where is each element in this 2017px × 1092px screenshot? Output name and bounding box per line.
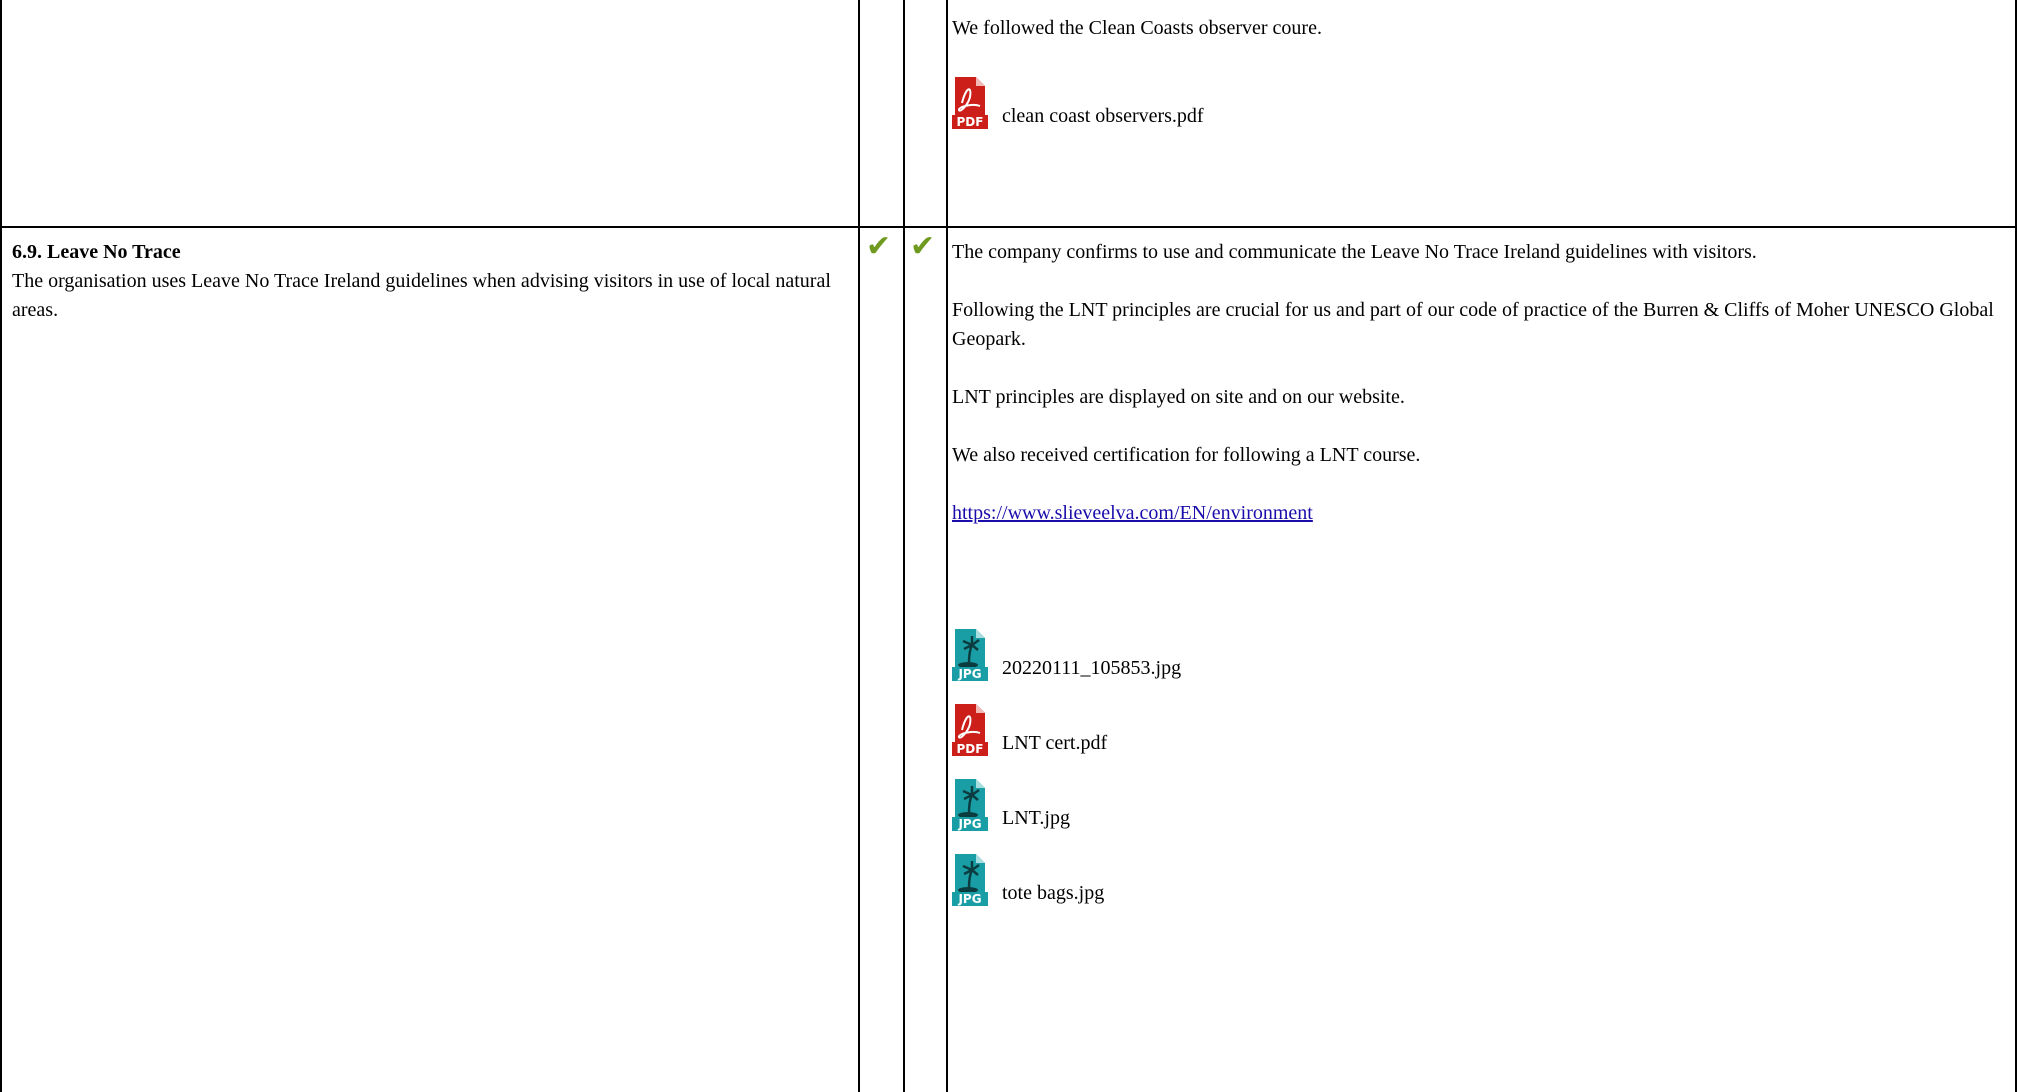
jpg-file-icon: JPG [952,854,988,906]
svg-text:PDF: PDF [957,115,984,129]
table-border-col2 [903,0,905,1092]
evidence-paragraph: The company confirms to use and communic… [952,241,1757,263]
attachment-filename[interactable]: 20220111_105853.jpg [1002,654,1181,683]
check-icon: ✔ [910,229,936,264]
check-icon: ✔ [866,229,892,264]
top-row-evidence: We followed the Clean Coasts observer co… [952,14,2002,133]
attachment-item[interactable]: JPG tote bags.jpg [952,835,1997,910]
attachment-list: JPG 20220111_105853.jpg PDF LNT cert.pdf [952,610,1997,910]
svg-text:JPG: JPG [957,667,981,681]
jpg-file-icon: JPG [952,779,988,831]
environment-link[interactable]: https://www.slieveelva.com/EN/environmen… [952,502,1313,524]
evidence-paragraph: LNT principles are displayed on site and… [952,386,1405,408]
criterion-description: The organisation uses Leave No Trace Ire… [12,270,831,321]
table-border-col3 [946,0,948,1092]
pdf-file-icon: PDF [952,704,988,756]
evidence-paragraph: Following the LNT principles are crucial… [952,299,1994,350]
criterion-title: 6.9. Leave No Trace [12,241,181,263]
evidence-text: We followed the Clean Coasts observer co… [952,17,1322,39]
attachment-item[interactable]: PDF LNT cert.pdf [952,685,1997,760]
criterion-cell: 6.9. Leave No Trace The organisation use… [12,238,842,325]
table-border-col1 [858,0,860,1092]
attachment-item[interactable]: PDF clean coast observers.pdf [952,58,2002,133]
svg-text:JPG: JPG [957,892,981,906]
attachment-item[interactable]: JPG LNT.jpg [952,760,1997,835]
table-border-left [0,0,2,1092]
attachment-filename[interactable]: LNT.jpg [1002,804,1070,833]
criterion-evidence: The company confirms to use and communic… [952,238,1997,910]
svg-text:JPG: JPG [957,817,981,831]
jpg-file-icon: JPG [952,629,988,681]
pdf-file-icon: PDF [952,77,988,129]
attachment-filename[interactable]: LNT cert.pdf [1002,729,1107,758]
attachment-item[interactable]: JPG 20220111_105853.jpg [952,610,1997,685]
svg-text:PDF: PDF [957,742,984,756]
attachment-filename[interactable]: clean coast observers.pdf [1002,102,1204,131]
evidence-paragraph: We also received certification for follo… [952,444,1421,466]
attachment-filename[interactable]: tote bags.jpg [1002,879,1104,908]
row-divider [0,226,2017,228]
